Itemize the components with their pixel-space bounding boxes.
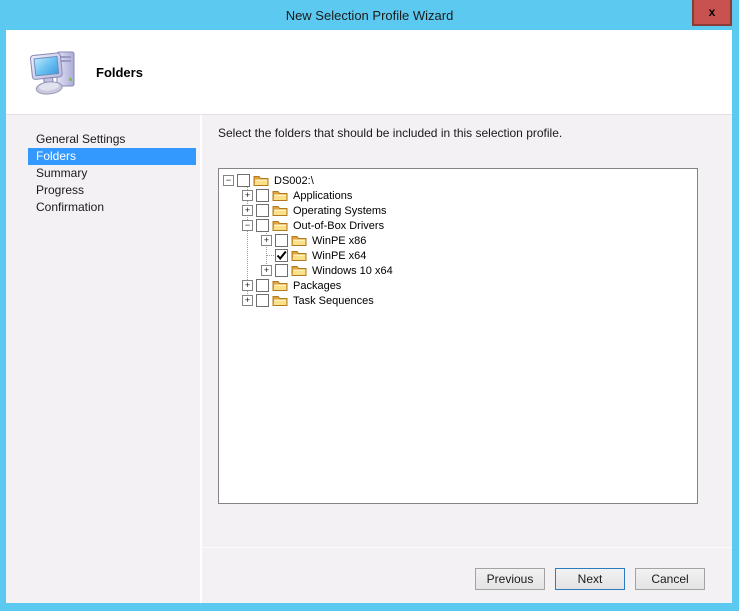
button-bar: Previous Next Cancel (475, 568, 705, 590)
collapse-expander-icon[interactable]: − (242, 220, 253, 231)
previous-button[interactable]: Previous (475, 568, 545, 590)
tree-node-label[interactable]: Packages (293, 280, 341, 292)
expand-expander-icon[interactable]: + (242, 295, 253, 306)
wizard-window: New Selection Profile Wizard x (0, 0, 739, 611)
wizard-header: Folders (6, 30, 732, 115)
sidebar-item-progress[interactable]: Progress (28, 182, 196, 199)
tree-node-label[interactable]: WinPE x64 (312, 250, 366, 262)
folder-icon (291, 234, 307, 247)
tree-row-operating-systems: + Operating Systems (219, 203, 697, 218)
folder-checkbox[interactable] (256, 294, 269, 307)
window-title: New Selection Profile Wizard (286, 8, 454, 23)
folder-checkbox[interactable] (275, 264, 288, 277)
expand-expander-icon[interactable]: + (261, 265, 272, 276)
collapse-expander-icon[interactable]: − (223, 175, 234, 186)
tree-indent-spacer (261, 250, 272, 261)
sidebar-item-summary[interactable]: Summary (28, 165, 196, 182)
folder-tree[interactable]: −DS002:\+Applications+Operating Systems−… (218, 168, 698, 504)
close-button[interactable]: x (692, 0, 732, 26)
folder-icon (253, 174, 269, 187)
cancel-button[interactable]: Cancel (635, 568, 705, 590)
folder-icon (272, 219, 288, 232)
folder-checkbox[interactable] (237, 174, 250, 187)
sidebar-item-folders[interactable]: Folders (28, 148, 196, 165)
wizard-body: General SettingsFoldersSummaryProgressCo… (6, 115, 732, 603)
tree-node-label[interactable]: WinPE x86 (312, 235, 366, 247)
tree-row-winpe-x86: + WinPE x86 (219, 233, 697, 248)
tree-row-ds002: − DS002:\ (219, 173, 697, 188)
computer-icon (30, 46, 80, 98)
folder-icon (272, 279, 288, 292)
expand-expander-icon[interactable]: + (242, 205, 253, 216)
main-panel: Select the folders that should be includ… (202, 115, 732, 603)
folder-icon (291, 249, 307, 262)
folder-icon (272, 204, 288, 217)
client-area: Folders General SettingsFoldersSummaryPr… (6, 30, 732, 603)
sidebar-item-general-settings[interactable]: General Settings (28, 131, 196, 148)
instruction-text: Select the folders that should be includ… (218, 126, 562, 140)
footer-divider (202, 547, 732, 548)
tree-node-label[interactable]: Out-of-Box Drivers (293, 220, 384, 232)
tree-row-task-sequences: + Task Sequences (219, 293, 697, 308)
folder-icon (291, 264, 307, 277)
tree-node-label[interactable]: Applications (293, 190, 352, 202)
folder-icon (272, 294, 288, 307)
titlebar: New Selection Profile Wizard x (0, 0, 739, 30)
close-icon: x (709, 5, 716, 19)
folder-checkbox[interactable] (275, 234, 288, 247)
expand-expander-icon[interactable]: + (242, 280, 253, 291)
tree-row-winpe-x64: WinPE x64 (219, 248, 697, 263)
page-title: Folders (96, 30, 143, 115)
tree-row-packages: + Packages (219, 278, 697, 293)
next-button[interactable]: Next (555, 568, 625, 590)
tree-row-out-of-box-drivers: − Out-of-Box Drivers (219, 218, 697, 233)
folder-checkbox[interactable] (256, 204, 269, 217)
tree-row-windows-10-x64: + Windows 10 x64 (219, 263, 697, 278)
tree-node-label[interactable]: Operating Systems (293, 205, 387, 217)
tree-node-label[interactable]: DS002:\ (274, 175, 314, 187)
tree-row-applications: + Applications (219, 188, 697, 203)
folder-icon (272, 189, 288, 202)
tree-node-label[interactable]: Windows 10 x64 (312, 265, 393, 277)
tree-node-label[interactable]: Task Sequences (293, 295, 374, 307)
tree-rows: −DS002:\+Applications+Operating Systems−… (219, 169, 697, 308)
folder-checkbox[interactable] (256, 219, 269, 232)
expand-expander-icon[interactable]: + (261, 235, 272, 246)
sidebar-nav: General SettingsFoldersSummaryProgressCo… (6, 115, 200, 603)
expand-expander-icon[interactable]: + (242, 190, 253, 201)
sidebar-item-confirmation[interactable]: Confirmation (28, 199, 196, 216)
folder-checkbox[interactable] (256, 189, 269, 202)
folder-checkbox-checked[interactable] (275, 249, 288, 262)
folder-checkbox[interactable] (256, 279, 269, 292)
